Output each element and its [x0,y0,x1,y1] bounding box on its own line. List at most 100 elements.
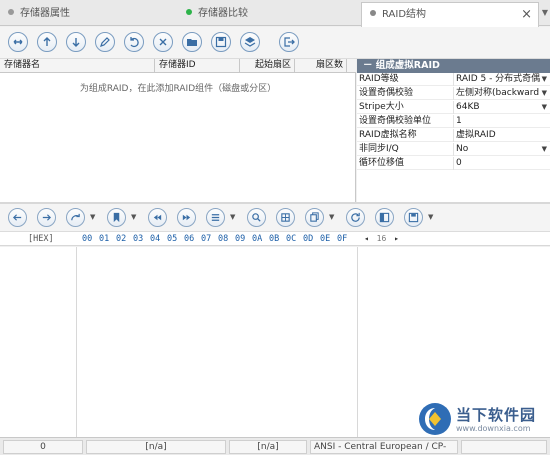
chevron-down-icon[interactable]: ▼ [542,87,547,100]
back-button[interactable] [8,208,27,227]
property-value[interactable]: 64KB [453,101,541,114]
tab-storage-properties[interactable]: 存储器属性 [0,2,180,26]
property-value[interactable]: 0 [453,157,541,170]
move-down-button[interactable] [66,32,86,52]
property-row[interactable]: RAID等级 RAID 5 - 分布式奇偶 ▼ [357,73,550,86]
site-watermark: 当下软件园 www.downxia.com [418,402,548,436]
hex-column: 0E [320,234,331,244]
chevron-down-icon[interactable]: ▼ [428,213,433,221]
bookmark-icon [113,212,120,223]
property-key: Stripe大小 [359,102,404,112]
increase-icon[interactable]: ▸ [394,234,399,243]
copy-button[interactable] [305,208,324,227]
open-folder-button[interactable] [182,32,202,52]
floppy-icon [215,36,227,48]
property-row[interactable]: 设置奇偶校验单位 1 [357,115,550,128]
hex-column: 07 [201,234,212,244]
chevron-down-icon[interactable]: ▼ [131,213,136,221]
panel-icon [379,212,390,223]
property-value[interactable]: RAID 5 - 分布式奇偶 [453,73,541,86]
previous-bookmark-button[interactable] [148,208,167,227]
toggle-panel-button[interactable] [375,208,394,227]
export-button[interactable] [279,32,299,52]
decrease-icon[interactable]: ◂ [364,234,369,243]
status-bar: 0 [n/a] [n/a] ANSI - Central European / … [0,437,550,455]
property-row[interactable]: 循环位移值 0 [357,157,550,170]
chevron-down-icon[interactable]: ▼ [542,101,547,114]
edit-button[interactable] [95,32,115,52]
tab-scroll-icon[interactable]: ▼ [542,8,548,17]
bytes-per-row-value: 16 [376,234,387,243]
undo-button[interactable] [124,32,144,52]
select-block-button[interactable] [276,208,295,227]
property-row[interactable]: Stripe大小 64KB ▼ [357,101,550,114]
column-storage-id[interactable]: 存储器ID [155,59,240,73]
column-storage-name[interactable]: 存储器名 [0,59,155,73]
redo-arrow-icon [71,213,80,221]
add-components-hint: 为组成RAID，在此添加RAID组件（磁盘或分区） [79,84,277,94]
auto-detect-icon [13,39,23,45]
find-button[interactable] [247,208,266,227]
search-icon [252,213,261,222]
properties-header[interactable]: － 组成虚拟RAID [357,59,550,73]
hex-column: 02 [116,234,127,244]
tab-raid-structure[interactable]: RAID结构 × [361,2,539,27]
refresh-button[interactable] [346,208,365,227]
property-key: RAID等级 [359,74,399,84]
save-button[interactable] [211,32,231,52]
forward-button[interactable] [37,208,56,227]
property-value[interactable]: 1 [453,115,541,128]
save-hex-button[interactable] [404,208,423,227]
column-start-sector[interactable]: 起始扇区 [240,59,295,73]
hex-column: 00 [82,234,93,244]
property-key: RAID虚拟名称 [359,130,417,140]
status-encoding[interactable]: ANSI - Central European / CP- [310,440,458,454]
arrow-left-icon [12,214,22,221]
column-sector-count[interactable]: 扇区数 [295,59,347,73]
chevron-down-icon[interactable]: ▼ [329,213,334,221]
hex-column: 0D [303,234,314,244]
auto-detect-button[interactable] [8,32,28,52]
property-row[interactable]: 非同步I/Q No ▼ [357,143,550,156]
move-up-button[interactable] [37,32,57,52]
copy-icon [310,212,319,222]
status-block: [n/a] [229,440,307,454]
watermark-logo-icon [419,403,451,435]
layers-button[interactable] [240,32,260,52]
property-row[interactable]: RAID虚拟名称 虚拟RAID [357,129,550,142]
hex-column: 01 [99,234,110,244]
tab-label: 存储器比较 [198,8,248,19]
main-toolbar [0,27,550,59]
property-value[interactable]: 虚拟RAID [453,129,541,142]
arrow-right-icon [42,214,52,221]
bookmark-button[interactable] [107,208,126,227]
tab-status-dot [186,9,192,15]
tab-label: 存储器属性 [20,8,70,19]
property-value[interactable]: 左侧对称(backward [453,87,541,100]
tab-bar: 存储器属性 存储器比较 RAID结构 × ▼ [0,0,550,27]
tab-label: RAID结构 [382,9,427,20]
chevron-down-icon[interactable]: ▼ [90,213,95,221]
property-key: 非同步I/Q [359,144,399,154]
next-bookmark-button[interactable] [177,208,196,227]
close-icon[interactable]: × [521,3,532,27]
property-key: 设置奇偶校验单位 [359,116,432,126]
chevron-down-icon[interactable]: ▼ [542,143,547,156]
property-row[interactable]: 设置奇偶校验 左侧对称(backward ▼ [357,87,550,100]
text-column-divider [357,247,358,437]
hex-column: 0C [286,234,297,244]
arrow-down-icon [72,38,80,47]
remove-button[interactable] [153,32,173,52]
tab-status-dot [370,10,376,16]
chevron-down-icon[interactable]: ▼ [542,73,547,86]
table-header: 存储器名 存储器ID 起始扇区 扇区数 [0,59,356,73]
chevron-down-icon[interactable]: ▼ [230,213,235,221]
hex-column: 0F [337,234,348,244]
close-icon [159,38,167,46]
list-button[interactable] [206,208,225,227]
hex-column: 04 [150,234,161,244]
tab-storage-compare[interactable]: 存储器比较 [180,2,360,26]
property-value[interactable]: No [453,143,541,156]
status-offset: 0 [3,440,83,454]
goto-button[interactable] [66,208,85,227]
